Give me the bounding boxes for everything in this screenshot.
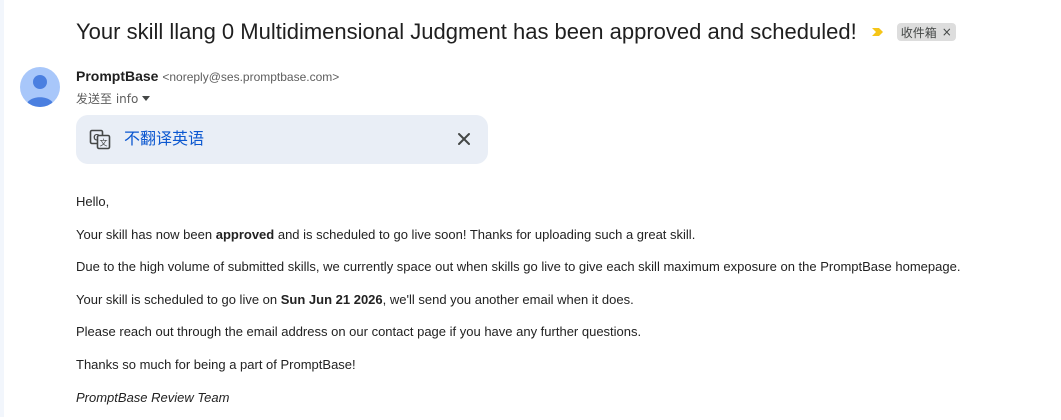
greeting: Hello,	[76, 194, 110, 209]
do-not-translate-link[interactable]: 不翻译英语	[124, 129, 204, 149]
inbox-label-text: 收件箱	[900, 25, 937, 40]
translate-bar: G 文 不翻译英语	[76, 115, 488, 164]
body-paragraph-approved: Your skill has now been approved and is …	[76, 225, 960, 245]
person-avatar-icon[interactable]	[20, 67, 60, 107]
signature: PromptBase Review Team	[76, 389, 230, 405]
body-paragraph-schedule: Your skill is scheduled to go live on Su…	[76, 290, 960, 310]
sender-email: <noreply@ses.promptbase.com>	[162, 70, 340, 84]
sender-line: PromptBase <noreply@ses.promptbase.com>	[76, 68, 339, 84]
go-live-date: Sun Jun 21 2026	[280, 291, 383, 307]
p1-before: Your skill has now been	[76, 226, 216, 242]
p3-after: , we'll send you another email when it d…	[382, 291, 634, 307]
recipient-text: 发送至 info	[76, 92, 139, 106]
email-subject: Your skill llang 0 Multidimensional Judg…	[76, 19, 857, 44]
p1-after: and is scheduled to go live soon! Thanks…	[274, 226, 696, 242]
sender-name[interactable]: PromptBase	[76, 68, 158, 84]
p3-before: Your skill is scheduled to go live on	[76, 291, 281, 307]
subject-row: Your skill llang 0 Multidimensional Judg…	[76, 14, 956, 50]
svg-text:文: 文	[100, 138, 108, 148]
body-paragraph-thanks: Thanks so much for being a part of Promp…	[76, 356, 356, 372]
translate-icon: G 文	[89, 128, 111, 150]
approved-emphasis: approved	[215, 226, 275, 242]
body-paragraph-volume: Due to the high volume of submitted skil…	[76, 259, 961, 275]
chevron-down-icon[interactable]	[142, 96, 151, 101]
inbox-label-chip: 收件箱 ×	[896, 23, 956, 41]
importance-marker-icon[interactable]	[871, 25, 885, 39]
body-paragraph-contact: Please reach out through the email addre…	[76, 324, 642, 340]
close-icon[interactable]	[454, 129, 474, 149]
left-rail	[0, 0, 4, 417]
email-body: Hello, Your skill has now been approved …	[76, 192, 960, 420]
remove-label-button[interactable]: ×	[942, 25, 952, 39]
recipient-line: 发送至 info	[76, 90, 151, 107]
